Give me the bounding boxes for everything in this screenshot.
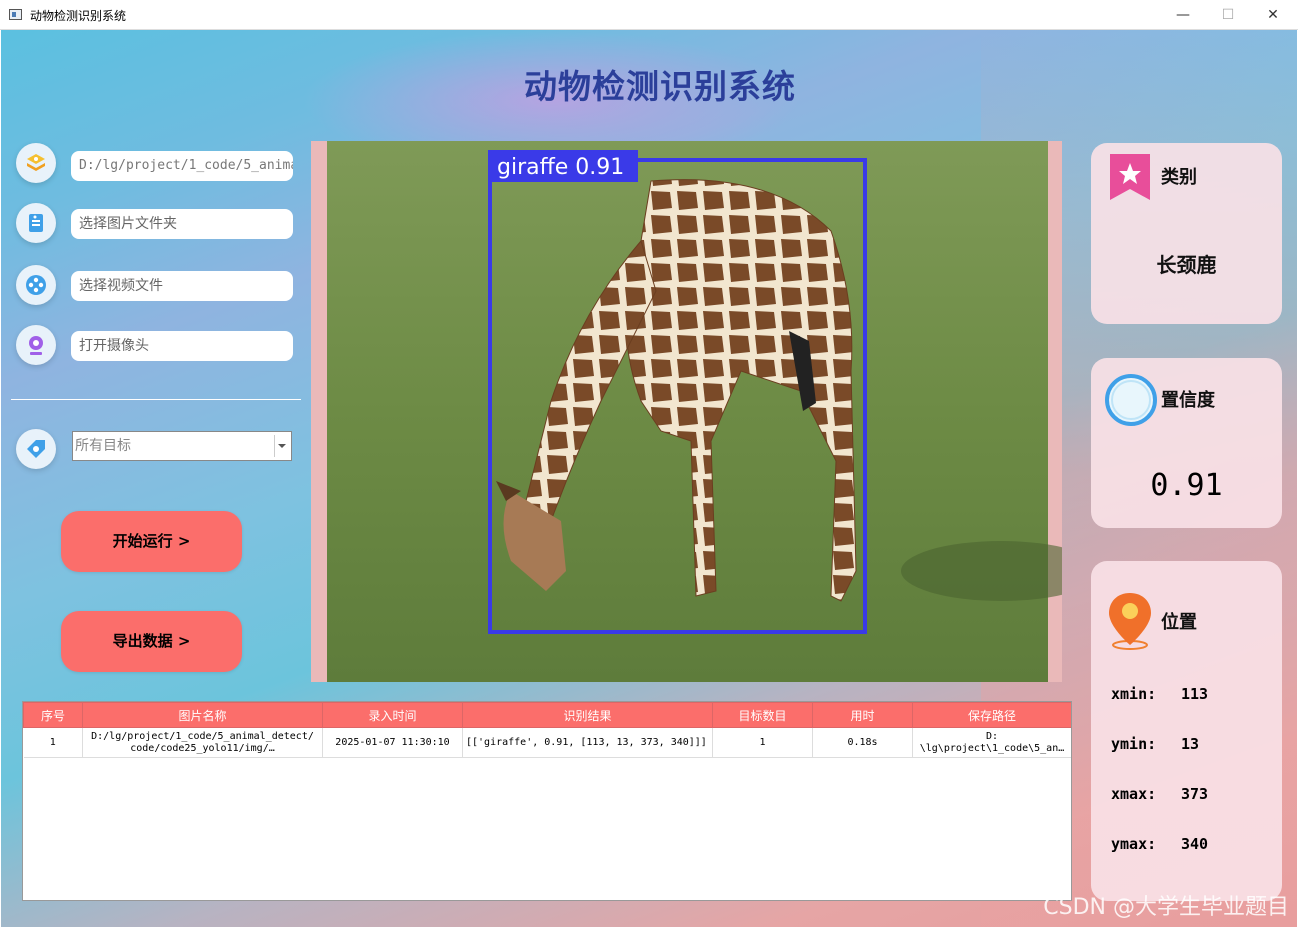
position-title: 位置 (1161, 612, 1197, 633)
image-display: giraffe 0.91 (311, 141, 1101, 682)
image-path-input[interactable]: D:/lg/project/1_code/5_animal_detect/cod… (71, 151, 293, 181)
video-icon[interactable] (16, 265, 56, 305)
xmax-value: 373 (1181, 785, 1209, 803)
divider (11, 399, 301, 400)
detection-image: giraffe 0.91 (327, 141, 1101, 682)
camera-input[interactable]: 打开摄像头 (71, 331, 293, 361)
ymin-label: ymin: (1111, 735, 1157, 753)
minimize-button[interactable]: — (1160, 0, 1206, 30)
xmin-row: xmin: 113 (1111, 685, 1208, 703)
table-row[interactable]: 1 D:/lg/project/1_code/5_animal_detect/ … (23, 727, 1071, 758)
xmin-value: 113 (1181, 685, 1209, 703)
window-titlebar: 动物检测识别系统 — ☐ ✕ (0, 0, 1298, 30)
target-tag-icon (16, 429, 56, 469)
table-cell: 2025-01-07 11:30:10 (322, 727, 463, 758)
table-header[interactable]: 录入时间 (322, 702, 463, 728)
ymax-label: ymax: (1111, 835, 1157, 853)
xmax-row: xmax: 373 (1111, 785, 1208, 803)
table-header[interactable]: 序号 (23, 702, 83, 728)
results-table: 序号 图片名称 录入时间 识别结果 目标数目 用时 保存路径 1 D:/lg/p… (22, 701, 1072, 901)
window-title: 动物检测识别系统 (30, 9, 127, 23)
category-card: 类别 长颈鹿 (1091, 143, 1282, 324)
table-header[interactable]: 图片名称 (82, 702, 323, 728)
folder-input[interactable]: 选择图片文件夹 (71, 209, 293, 239)
table-cell: 0.18s (812, 727, 913, 758)
location-pin-icon (1109, 593, 1151, 650)
watermark: CSDN @大学生毕业题目 (1043, 895, 1289, 920)
detection-label: giraffe 0.91 (497, 155, 624, 180)
image-file-icon[interactable] (16, 143, 56, 183)
position-card: 位置 xmin: 113 ymin: 13 xmax: 373 ymax: 34… (1091, 561, 1282, 901)
close-button[interactable]: ✕ (1250, 0, 1296, 30)
table-cell: 1 (23, 727, 83, 758)
table-header[interactable]: 目标数目 (712, 702, 813, 728)
ymax-row: ymax: 340 (1111, 835, 1208, 853)
table-header[interactable]: 保存路径 (912, 702, 1071, 728)
table-cell: [['giraffe', 0.91, [113, 13, 373, 340]]] (462, 727, 713, 758)
table-cell: 1 (712, 727, 813, 758)
table-header[interactable]: 识别结果 (462, 702, 713, 728)
bookmark-star-icon (1110, 154, 1150, 200)
table-cell: D: \lg\project\1_code\5_an… (912, 727, 1071, 758)
table-header[interactable]: 用时 (812, 702, 913, 728)
export-button[interactable]: 导出数据 > (61, 611, 242, 672)
category-title: 类别 (1161, 167, 1197, 188)
confidence-card: 置信度 0.91 (1091, 358, 1282, 528)
table-cell: D:/lg/project/1_code/5_animal_detect/ co… (82, 727, 323, 758)
start-button[interactable]: 开始运行 > (61, 511, 242, 572)
main-panel: 动物检测识别系统 D:/lg/project/1_code/5_animal_d… (1, 30, 1297, 927)
camera-icon[interactable] (16, 325, 56, 365)
app-title: 动物检测识别系统 (524, 67, 796, 106)
folder-icon[interactable] (16, 203, 56, 243)
xmin-label: xmin: (1111, 685, 1157, 703)
video-input[interactable]: 选择视频文件 (71, 271, 293, 301)
target-select-value: 所有目标 (75, 438, 131, 454)
confidence-title: 置信度 (1161, 390, 1215, 411)
ymax-value: 340 (1181, 835, 1209, 853)
chevron-down-icon[interactable] (274, 435, 289, 457)
target-select[interactable]: 所有目标 (72, 431, 292, 461)
xmax-label: xmax: (1111, 785, 1157, 803)
app-window-icon (9, 9, 22, 20)
ymin-value: 13 (1181, 735, 1200, 753)
ymin-row: ymin: 13 (1111, 735, 1199, 753)
confidence-value: 0.91 (1150, 468, 1223, 503)
gauge-icon (1105, 374, 1157, 426)
category-value: 长颈鹿 (1156, 253, 1217, 277)
maximize-button[interactable]: ☐ (1205, 0, 1251, 30)
table-header-row: 序号 图片名称 录入时间 识别结果 目标数目 用时 保存路径 (23, 702, 1071, 728)
